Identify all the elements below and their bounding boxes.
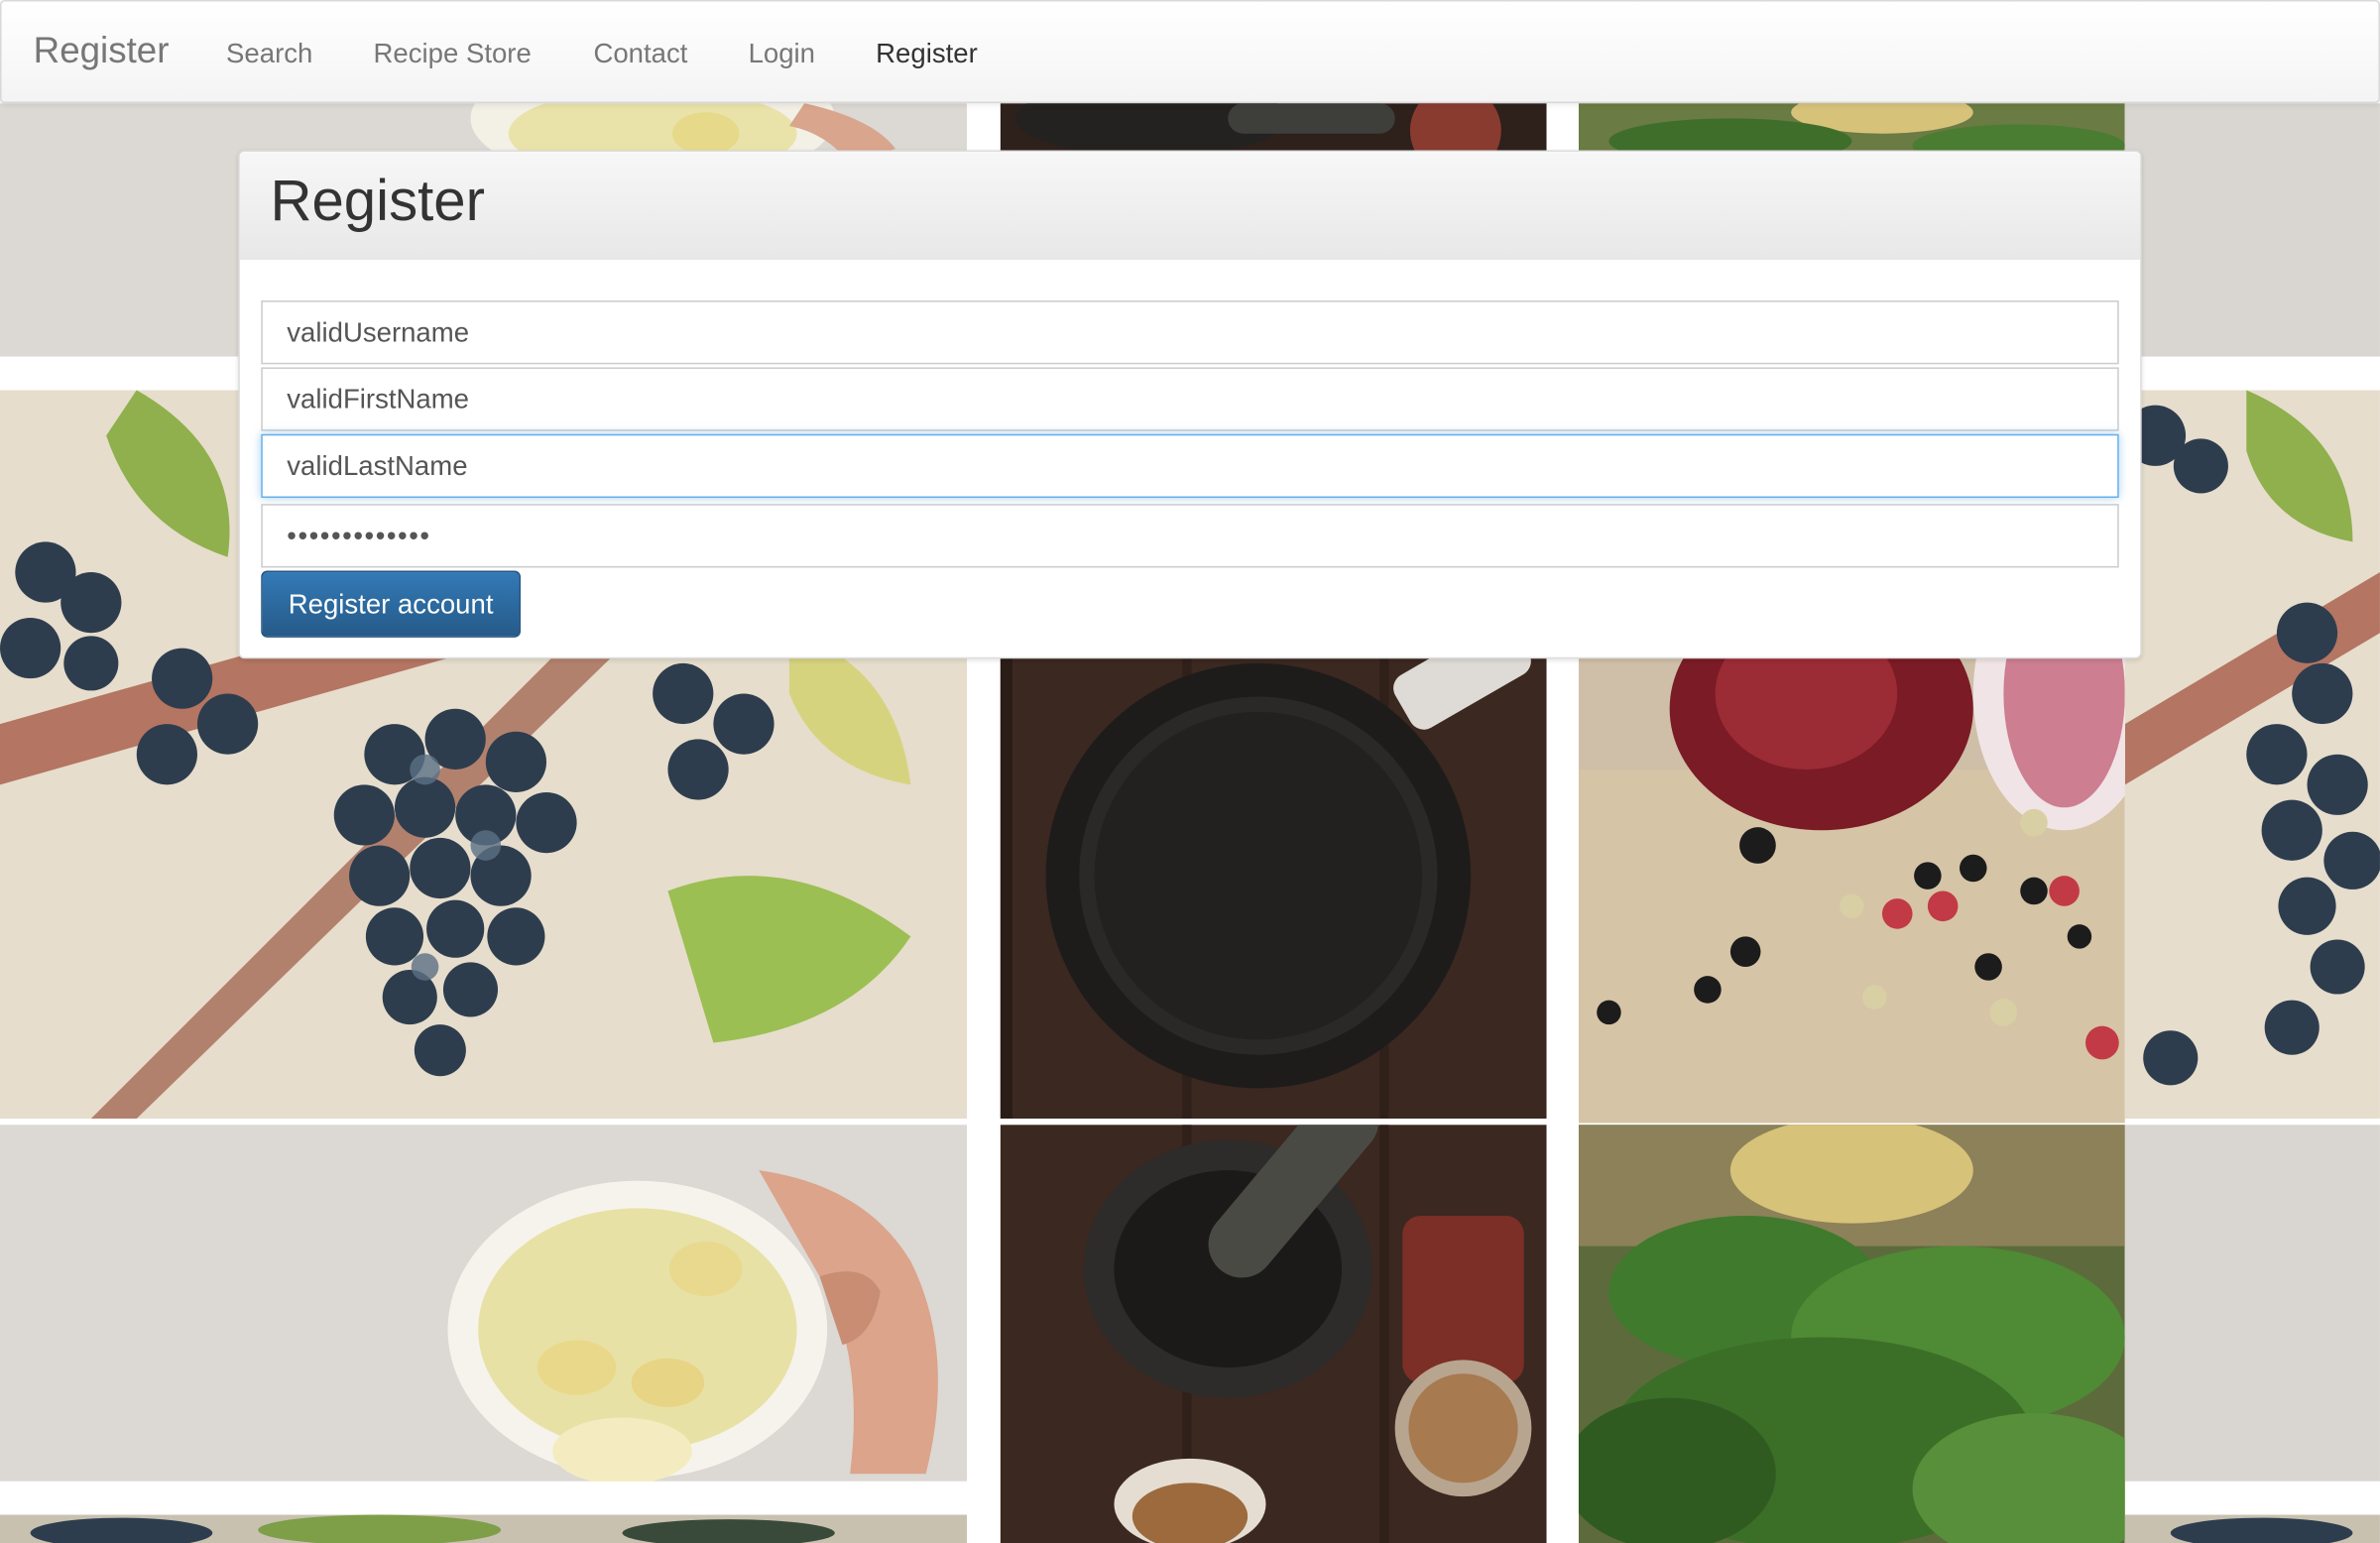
nav-item-register[interactable]: Register [876,38,978,69]
background-photo-parsley-full [1578,1125,2125,1543]
background-photo-mortar [1000,103,1547,153]
panel-heading: Register [239,152,2141,260]
background-photo-ginger-tea-full [0,1125,967,1482]
background-photo-wood-right [2124,103,2380,357]
nav-item-contact[interactable]: Contact [593,38,687,69]
password-field[interactable] [261,504,2119,568]
background-photo-grapes-bottom-right [2124,1514,2380,1543]
register-panel: Register Register account [238,150,2142,659]
background-photo-parsley [1578,103,2125,153]
navbar-brand[interactable]: Register [34,31,170,73]
background-photo-grapes-bottom [0,1514,967,1543]
nav-item-login[interactable]: Login [749,38,815,69]
page-title: Register [270,170,486,234]
last-name-field[interactable] [261,433,2119,499]
page: Register Search Recipe Store Contact Log… [0,0,2380,1543]
username-field[interactable] [261,300,2119,365]
nav-item-recipe-store[interactable]: Recipe Store [374,38,532,69]
background-photo-mortar-full [1000,1125,1547,1543]
background-photo-grapes-right [2124,390,2380,1120]
first-name-field[interactable] [261,367,2119,431]
register-account-button[interactable]: Register account [261,570,521,638]
nav-item-search[interactable]: Search [226,38,312,69]
top-navbar: Register Search Recipe Store Contact Log… [0,0,2380,104]
background-photo-wood-right-bottom [2124,1125,2380,1482]
